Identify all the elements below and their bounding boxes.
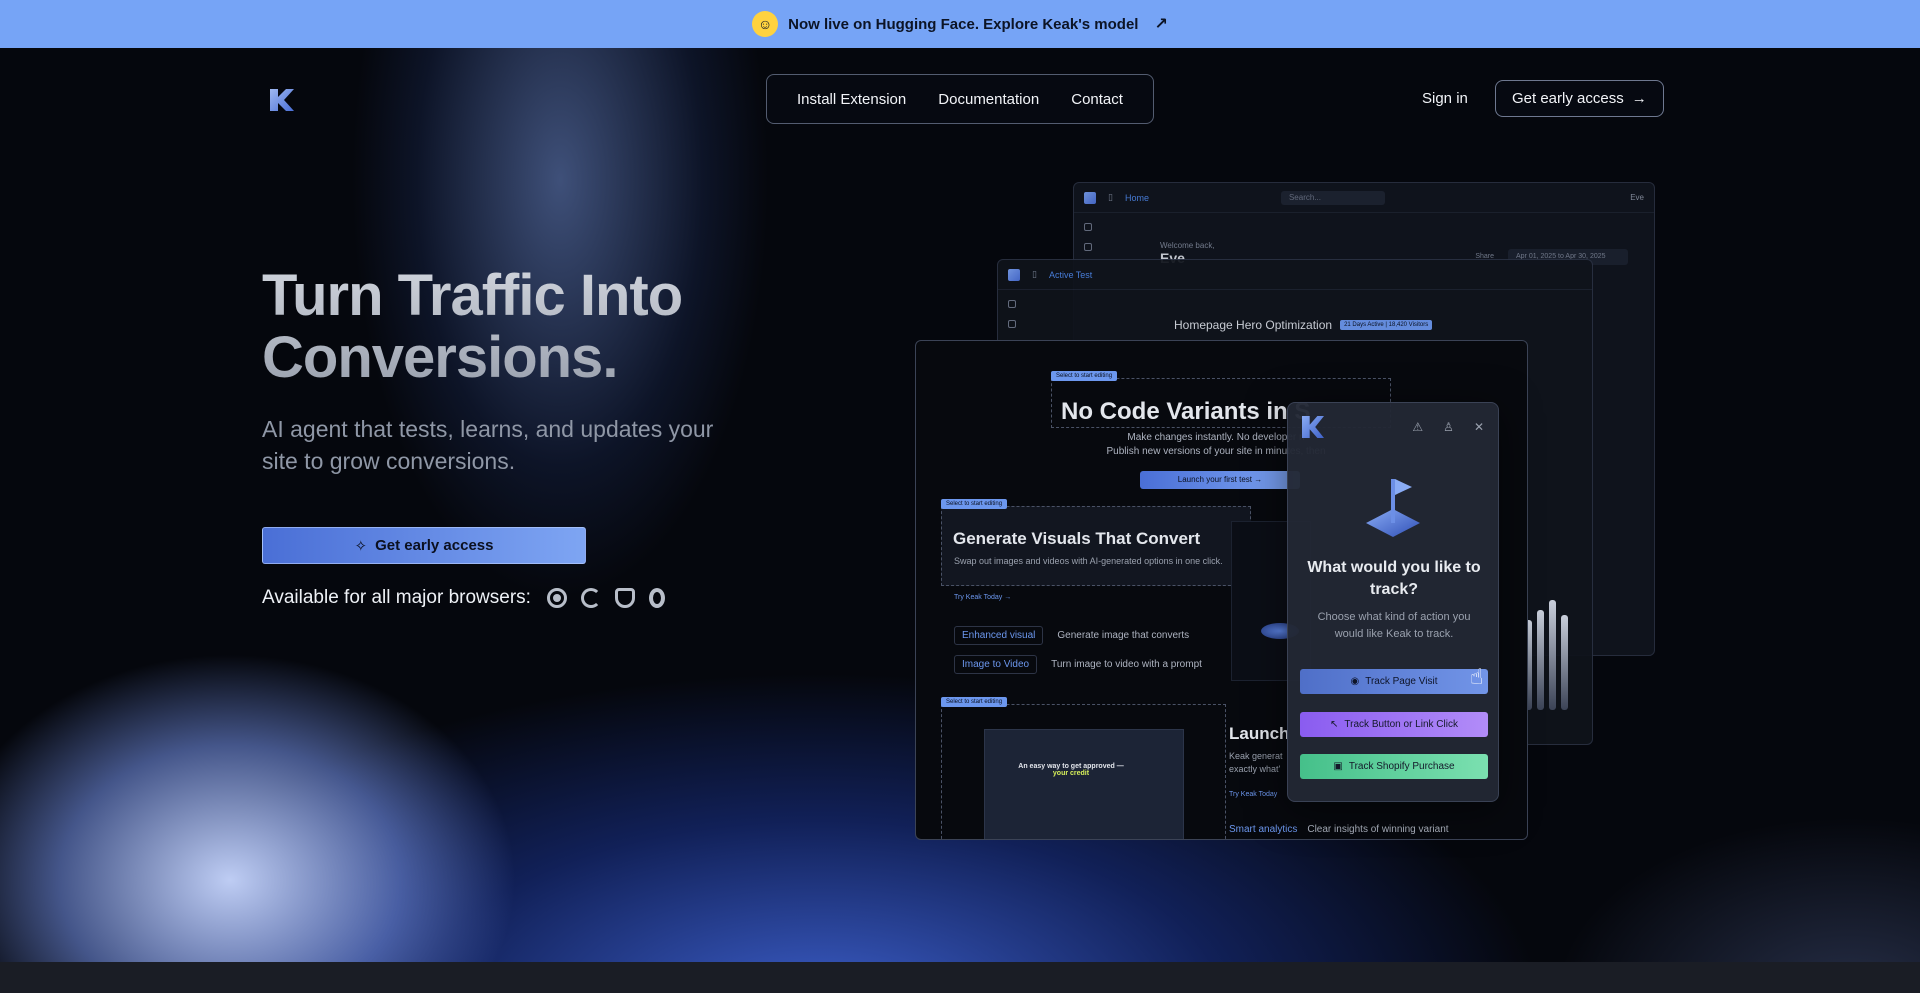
screenshot-headline-a: An easy way to get approved — bbox=[1018, 763, 1124, 770]
dashboard-topbar: ▯ Home Search... Eve bbox=[1074, 183, 1654, 213]
screenshot-headline: An easy way to get approved — your credi… bbox=[1016, 763, 1126, 777]
sidebar-toggle-icon: ▯ bbox=[1108, 192, 1113, 202]
test-title: Homepage Hero Optimization 21 Days Activ… bbox=[1174, 318, 1433, 332]
try-keak-link-2: Try Keak Today bbox=[1229, 791, 1278, 798]
feature-smart-analytics: Smart analytics Clear insights of winnin… bbox=[1229, 824, 1449, 835]
test-title-text: Homepage Hero Optimization bbox=[1174, 318, 1333, 332]
eye-icon: ◉ bbox=[1350, 676, 1360, 687]
track-shopify-button: ▣ Track Shopify Purchase bbox=[1300, 754, 1488, 779]
chrome-icon[interactable] bbox=[546, 588, 567, 608]
arrow-up-right-icon: ↗ bbox=[1154, 16, 1168, 33]
keak-logo[interactable] bbox=[268, 87, 296, 113]
active-test-tab: Active Test bbox=[1048, 269, 1093, 280]
feature-image-to-video: Image to Video Turn image to video with … bbox=[954, 655, 1202, 674]
enhanced-visual-text: Generate image that converts bbox=[1057, 630, 1190, 641]
smart-analytics-text: Clear insights of winning variant bbox=[1307, 824, 1449, 835]
chart-bars-decor bbox=[1525, 600, 1568, 710]
sidebar-toggle-icon: ▯ bbox=[1032, 269, 1037, 279]
dashboard-search: Search... bbox=[1280, 190, 1385, 205]
launch-first-test-button: Launch your first test → bbox=[1140, 471, 1300, 489]
browser-availability: Available for all major browsers: bbox=[262, 587, 782, 609]
feature-enhanced-visual: Enhanced visual Generate image that conv… bbox=[954, 626, 1189, 645]
opera-icon[interactable] bbox=[648, 588, 665, 608]
next-section-edge bbox=[0, 962, 1920, 993]
edit-icon bbox=[1084, 243, 1092, 251]
dashboard-user: Eve bbox=[1630, 193, 1644, 202]
popover-actions: ⚠ ♙ ✕ bbox=[1412, 420, 1484, 434]
nav-contact[interactable]: Contact bbox=[1071, 91, 1123, 108]
popover-subtitle: Choose what kind of action you would lik… bbox=[1317, 611, 1471, 640]
keak-logo-icon bbox=[1302, 416, 1324, 438]
arrow-right-icon: → bbox=[1631, 90, 1647, 107]
hero-early-access-button[interactable]: ✧ Get early access bbox=[262, 527, 586, 564]
hand-cursor-icon: ☝ bbox=[1470, 664, 1484, 689]
image-to-video-text: Turn image to video with a prompt bbox=[1051, 659, 1202, 670]
bag-icon: ▣ bbox=[1333, 761, 1343, 772]
select-to-edit-tag: Select to start editing bbox=[941, 697, 1008, 707]
track-page-visit-button: ◉ Track Page Visit bbox=[1300, 669, 1488, 694]
no-code-headline: No Code Variants in S bbox=[1061, 398, 1311, 425]
hero-section: Turn Traffic Into Conversions. AI agent … bbox=[262, 265, 782, 609]
site-screenshot-thumbnail bbox=[984, 729, 1184, 839]
site-header: Install Extension Documentation Contact … bbox=[0, 74, 1920, 124]
brave-icon[interactable] bbox=[614, 588, 635, 608]
nav-install-extension[interactable]: Install Extension bbox=[797, 91, 906, 108]
try-keak-link: Try Keak Today → bbox=[954, 594, 1012, 601]
warning-icon: ⚠ bbox=[1412, 420, 1424, 434]
header-early-access-button[interactable]: Get early access → bbox=[1495, 80, 1664, 117]
hugging-face-icon: ☺ bbox=[752, 11, 779, 37]
hero-subtitle: AI agent that tests, learns, and updates… bbox=[262, 416, 714, 474]
launch-title: Launch bbox=[1229, 724, 1290, 743]
test-status-badge: 21 Days Active | 18,420 Visitors bbox=[1340, 320, 1433, 330]
close-icon: ✕ bbox=[1473, 420, 1484, 434]
browsers-label: Available for all major browsers: bbox=[262, 587, 531, 608]
track-click-button: ↖ Track Button or Link Click bbox=[1300, 712, 1488, 737]
user-icon: ♙ bbox=[1443, 420, 1454, 434]
select-to-edit-tag: Select to start editing bbox=[1051, 371, 1118, 381]
edge-icon[interactable] bbox=[580, 588, 601, 608]
sign-in-link[interactable]: Sign in bbox=[1422, 90, 1468, 107]
main-nav: Install Extension Documentation Contact bbox=[766, 74, 1154, 124]
edit-icon bbox=[1008, 320, 1016, 328]
hero-early-access-label: Get early access bbox=[375, 537, 494, 554]
active-test-sidebar bbox=[1008, 300, 1016, 328]
browser-icon-list bbox=[546, 588, 665, 608]
select-to-edit-tag: Select to start editing bbox=[941, 499, 1008, 509]
keak-mini-logo bbox=[1084, 191, 1096, 204]
welcome-label: Welcome back, bbox=[1160, 241, 1215, 250]
track-action-popover: ⚠ ♙ ✕ What would you like to track? Choo… bbox=[1287, 402, 1499, 802]
hero-title-line2: Conversions. bbox=[262, 325, 618, 390]
popover-header: ⚠ ♙ ✕ bbox=[1288, 403, 1498, 451]
keak-mini-logo bbox=[1008, 268, 1020, 281]
home-icon bbox=[1084, 223, 1092, 231]
track-click-label: Track Button or Link Click bbox=[1344, 719, 1458, 730]
visuals-subtitle: Swap out images and videos with AI-gener… bbox=[954, 556, 1223, 566]
image-to-video-chip: Image to Video bbox=[954, 655, 1038, 674]
header-early-access-label: Get early access bbox=[1512, 90, 1624, 107]
track-shopify-label: Track Shopify Purchase bbox=[1348, 761, 1455, 772]
enhanced-visual-chip: Enhanced visual bbox=[954, 626, 1044, 645]
popover-title: What would you like to track? bbox=[1307, 559, 1481, 598]
active-test-topbar: ▯ Active Test bbox=[998, 260, 1592, 290]
hero-title: Turn Traffic Into Conversions. bbox=[262, 265, 782, 389]
hero-title-line1: Turn Traffic Into bbox=[262, 263, 683, 328]
sparkle-icon: ✧ bbox=[354, 537, 368, 555]
track-page-visit-label: Track Page Visit bbox=[1365, 676, 1438, 687]
screenshot-headline-b: your credit bbox=[1052, 770, 1090, 777]
visuals-title: Generate Visuals That Convert bbox=[953, 529, 1201, 548]
flag-icon bbox=[1366, 479, 1420, 537]
dashboard-tab: Home bbox=[1124, 192, 1149, 203]
nav-documentation[interactable]: Documentation bbox=[938, 91, 1039, 108]
announcement-text: Now live on Hugging Face. Explore Keak's… bbox=[788, 15, 1139, 33]
home-icon bbox=[1008, 300, 1016, 308]
dashboard-sidebar bbox=[1084, 223, 1092, 251]
announcement-bar[interactable]: ☺ Now live on Hugging Face. Explore Keak… bbox=[0, 0, 1920, 48]
no-code-sub-line1: Make changes instantly. No developer n bbox=[1127, 432, 1305, 443]
click-icon: ↖ bbox=[1330, 719, 1339, 730]
smart-analytics-chip: Smart analytics bbox=[1229, 824, 1298, 835]
